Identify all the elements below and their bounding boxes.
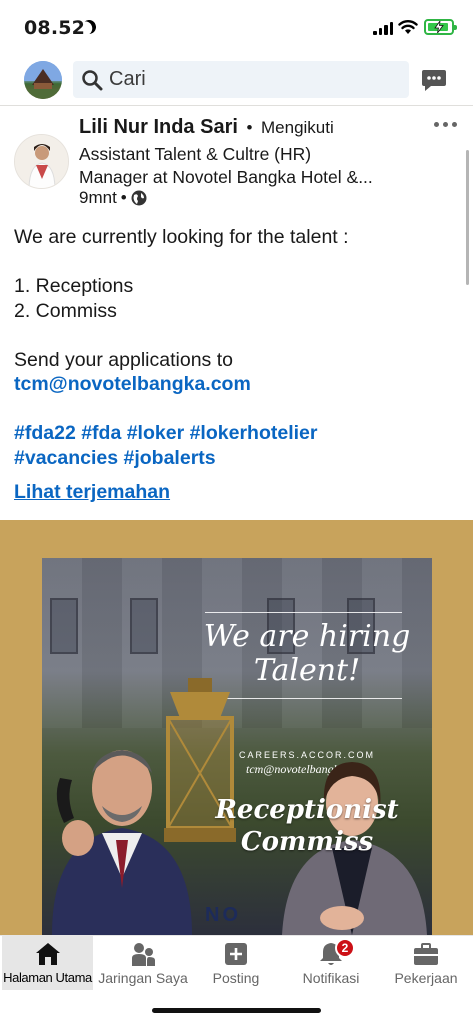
battery-charging-icon: [424, 19, 457, 35]
wifi-icon: [398, 20, 418, 34]
post-list-item: 2. Commiss: [14, 299, 117, 322]
my-profile-avatar[interactable]: [24, 61, 62, 99]
post-list-item: 1. Receptions: [14, 275, 134, 297]
author-avatar[interactable]: [14, 134, 69, 189]
poster-roles: Receptionist Commiss: [202, 794, 412, 858]
top-bar: Cari: [0, 56, 473, 106]
see-translation-link[interactable]: Lihat terjemahan: [14, 480, 454, 505]
hiring-poster: We are hiring Talent! CAREERS.ACCOR.COM …: [42, 558, 432, 935]
status-bar: 08.52: [0, 0, 473, 56]
nav-post[interactable]: Posting: [196, 936, 276, 990]
notification-badge: 2: [335, 938, 355, 958]
nav-label: Posting: [212, 970, 260, 986]
window-shape: [130, 598, 158, 654]
search-bar[interactable]: Cari: [73, 61, 409, 98]
post-image[interactable]: We are hiring Talent! CAREERS.ACCOR.COM …: [0, 520, 473, 935]
search-placeholder: Cari: [109, 68, 146, 90]
post-time-line: 9mnt •: [79, 188, 147, 208]
briefcase-icon: [414, 943, 438, 965]
messaging-icon[interactable]: [421, 68, 447, 92]
poster-role1: Receptionist: [215, 795, 399, 825]
cellular-signal-icon: [373, 22, 393, 35]
poster-headline-line1: We are hiring: [203, 619, 411, 654]
window-shape: [50, 598, 78, 654]
home-icon: [35, 943, 60, 965]
post-send-text: Send your applications to: [14, 348, 233, 371]
network-icon: [132, 943, 155, 966]
hashtags-line2[interactable]: #vacancies #jobalerts: [14, 446, 454, 471]
status-time: 08.52: [24, 17, 86, 39]
search-icon: [82, 69, 103, 90]
nav-label: Notifikasi: [302, 970, 360, 986]
post-header: Lili Nur Inda Sari • Mengikuti Assistant…: [0, 106, 473, 216]
post-intro: We are currently looking for the talent …: [14, 226, 349, 248]
nav-jobs[interactable]: Pekerjaan: [387, 936, 465, 990]
follow-status: Mengikuti: [261, 118, 334, 137]
poster-divider: [205, 612, 402, 613]
email-link[interactable]: tcm@novotelbangka.com: [14, 372, 454, 397]
post-time: 9mnt: [79, 188, 117, 207]
nav-notifications[interactable]: 2 Notifikasi: [290, 936, 372, 990]
poster-role2: Commiss: [240, 827, 374, 857]
post-text: We are currently looking for the talent …: [14, 225, 454, 505]
author-headline-line2: Manager at Novotel Bangka Hotel &...: [79, 167, 373, 187]
separator-dot: •: [246, 118, 253, 137]
poster-brand: NO: [205, 904, 241, 926]
post-plus-icon: [225, 943, 247, 965]
nav-label: Jaringan Saya: [98, 970, 188, 986]
author-name-line: Lili Nur Inda Sari • Mengikuti: [79, 116, 334, 139]
nav-label: Pekerjaan: [394, 970, 458, 986]
nav-home[interactable]: Halaman Utama: [2, 936, 93, 990]
more-options-icon[interactable]: [434, 122, 457, 127]
author-headline: Assistant Talent & Cultre (HR) Manager a…: [79, 143, 419, 189]
nav-label: Halaman Utama: [3, 970, 92, 985]
time-separator: •: [120, 188, 127, 207]
globe-icon: [131, 190, 147, 206]
man-with-phone-illustration: [52, 750, 192, 935]
hashtags-line1[interactable]: #fda22 #fda #loker #lokerhotelier: [14, 421, 454, 446]
home-indicator[interactable]: [152, 1008, 321, 1013]
author-name[interactable]: Lili Nur Inda Sari: [79, 116, 238, 138]
scrollbar[interactable]: [466, 150, 469, 285]
author-headline-line1: Assistant Talent & Cultre (HR): [79, 144, 312, 164]
nav-my-network[interactable]: Jaringan Saya: [95, 936, 191, 990]
